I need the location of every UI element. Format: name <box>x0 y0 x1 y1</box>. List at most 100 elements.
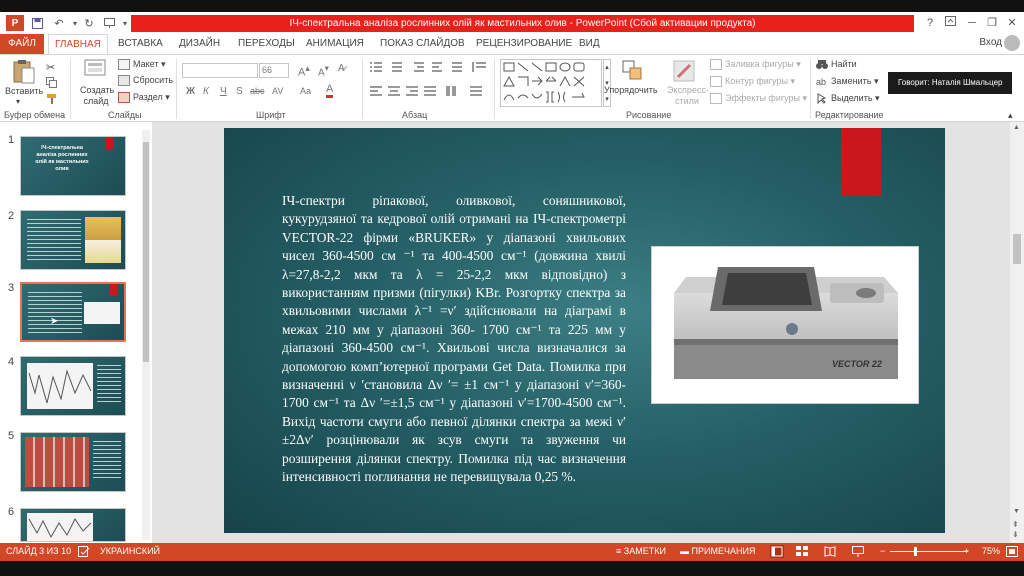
slide-body-text[interactable]: ІЧ-спектри ріпакової, оливкової, соняшни… <box>282 192 626 487</box>
shape-effects-button[interactable]: Эффекты фигуры ▾ <box>710 93 807 105</box>
paragraph-list-icons[interactable] <box>370 61 490 73</box>
character-spacing-button[interactable]: AV <box>272 86 283 96</box>
zoom-slider-thumb[interactable] <box>914 547 917 556</box>
quick-styles-icon[interactable] <box>672 59 696 83</box>
paste-icon[interactable] <box>12 59 36 84</box>
thumb-number: 2 <box>8 210 15 222</box>
tab-review[interactable]: РЕЦЕНЗИРОВАНИЕ <box>470 34 578 54</box>
new-slide-button[interactable]: Создать слайд <box>80 85 114 107</box>
slide-sorter-icon[interactable] <box>796 546 808 559</box>
shadow-button[interactable]: S <box>236 86 243 97</box>
cut-icon[interactable]: ✂ <box>46 61 55 74</box>
italic-button[interactable]: К <box>203 86 209 97</box>
reset-label: Сбросить <box>133 75 174 85</box>
redo-icon[interactable]: ↻ <box>80 15 98 31</box>
font-size-dropdown[interactable]: 66 <box>259 63 289 78</box>
clear-format-icon[interactable]: A̷ <box>338 63 345 74</box>
device-label: VECTOR 22 <box>832 359 882 369</box>
slide-counter[interactable]: СЛАЙД 3 ИЗ 10 <box>6 546 71 556</box>
shape-fill-button[interactable]: Заливка фигуры ▾ <box>710 59 801 71</box>
slideshow-view-icon[interactable] <box>852 546 864 559</box>
comments-button[interactable]: ▬ ПРИМЕЧАНИЯ <box>680 546 755 556</box>
slide-thumbnail[interactable] <box>20 508 126 542</box>
slide-scrollbar-thumb[interactable] <box>1013 234 1021 264</box>
tab-view[interactable]: ВИД <box>573 34 606 54</box>
shapes-gallery[interactable] <box>500 59 602 107</box>
paragraph-group-label: Абзац <box>402 110 428 120</box>
tab-insert[interactable]: ВСТАВКА <box>112 34 169 54</box>
speaker-tooltip: Говорит: Наталія Шмальцер <box>888 72 1012 94</box>
shape-outline-button[interactable]: Контур фигуры ▾ <box>710 76 795 88</box>
new-slide-icon[interactable] <box>84 59 108 83</box>
ribbon-display-options-icon[interactable] <box>940 15 960 31</box>
slide-thumbnail-selected[interactable]: ➤ <box>20 282 126 342</box>
thumbnail-scrollbar[interactable] <box>142 130 150 540</box>
reset-button[interactable]: Сбросить <box>118 75 174 87</box>
tab-slideshow[interactable]: ПОКАЗ СЛАЙДОВ <box>374 34 471 54</box>
tab-design[interactable]: ДИЗАЙН <box>173 34 226 54</box>
sign-in-link[interactable]: Вход <box>979 37 1002 48</box>
bold-button[interactable]: Ж <box>186 86 195 97</box>
collapse-ribbon-icon[interactable]: ▴ <box>1008 110 1013 121</box>
normal-view-icon[interactable] <box>770 545 784 558</box>
underline-button[interactable]: Ч <box>220 86 227 97</box>
close-button[interactable]: ✕ <box>1002 15 1022 31</box>
tab-animation[interactable]: АНИМАЦИЯ <box>300 34 370 54</box>
fit-slide-icon[interactable] <box>1006 546 1018 559</box>
scroll-down-icon[interactable]: ▼ <box>1013 508 1020 515</box>
strikethrough-button[interactable]: abc <box>250 86 265 96</box>
zoom-in-button[interactable]: + <box>964 546 969 556</box>
thumbnail-scrollbar-thumb[interactable] <box>143 142 149 362</box>
user-avatar[interactable] <box>1004 35 1020 51</box>
zoom-level[interactable]: 75% <box>982 546 1000 556</box>
tab-transitions[interactable]: ПЕРЕХОДЫ <box>232 34 301 54</box>
help-button[interactable]: ? <box>920 15 940 31</box>
tab-file[interactable]: ФАЙЛ <box>0 34 44 54</box>
shapes-gallery-scroll[interactable]: ▴ ▾ ▾ <box>603 59 611 107</box>
slide-thumbnail[interactable] <box>20 210 126 270</box>
arrange-button[interactable]: Упорядочить <box>604 85 658 95</box>
zoom-slider-track[interactable] <box>890 551 968 552</box>
format-painter-icon[interactable] <box>46 93 57 106</box>
thumb-number: 1 <box>8 134 15 146</box>
previous-slide-icon[interactable]: ⇞ <box>1012 520 1019 529</box>
font-name-dropdown[interactable] <box>182 63 258 78</box>
section-button[interactable]: Раздел ▾ <box>118 92 170 104</box>
slide-thumbnail[interactable] <box>20 432 126 492</box>
paste-dropdown-icon[interactable]: ▾ <box>16 97 20 106</box>
paragraph-align-icons[interactable] <box>370 85 490 97</box>
notes-button[interactable]: ≡ ЗАМЕТКИ <box>616 546 666 556</box>
powerpoint-logo-icon: P <box>6 15 24 31</box>
slide-canvas[interactable]: ІЧ-спектри ріпакової, оливкової, соняшни… <box>224 128 945 533</box>
select-button[interactable]: Выделить ▾ <box>816 93 880 105</box>
minimize-button[interactable]: ─ <box>962 15 982 31</box>
quick-styles-button[interactable]: Экспресс-стили <box>667 85 709 107</box>
thumbnail-title: ІЧ-спектральна аналіза рослинних олій як… <box>35 145 89 172</box>
next-slide-icon[interactable]: ⇟ <box>1012 530 1019 539</box>
paste-button[interactable]: Вставить <box>5 86 43 96</box>
slide-thumbnail[interactable]: ІЧ-спектральна аналіза рослинних олій як… <box>20 136 126 196</box>
tab-home[interactable]: ГЛАВНАЯ <box>48 34 108 54</box>
replace-button[interactable]: ab Заменить ▾ <box>816 76 878 87</box>
find-button[interactable]: Найти <box>816 59 857 70</box>
change-case-button[interactable]: Aa <box>300 86 311 96</box>
restore-button[interactable]: ❐ <box>982 15 1002 31</box>
notes-icon: ≡ <box>616 546 624 556</box>
copy-icon[interactable] <box>46 77 57 90</box>
spellcheck-icon[interactable] <box>78 546 90 559</box>
grow-font-icon[interactable]: A▴ <box>298 63 310 79</box>
arrange-icon[interactable] <box>621 59 645 83</box>
spectrometer-image[interactable]: VECTOR 22 <box>651 246 919 404</box>
font-color-button[interactable]: A <box>326 84 334 98</box>
layout-button[interactable]: Макет ▾ <box>118 59 166 71</box>
language-indicator[interactable]: УКРАИНСКИЙ <box>100 546 160 556</box>
shrink-font-icon[interactable]: A▾ <box>318 63 329 78</box>
scroll-up-icon[interactable]: ▲ <box>1013 124 1020 131</box>
slide-thumbnail[interactable] <box>20 356 126 416</box>
reading-view-icon[interactable] <box>824 546 836 559</box>
zoom-out-button[interactable]: − <box>880 546 885 556</box>
replace-icon: ab <box>816 76 828 87</box>
save-icon[interactable] <box>28 15 46 31</box>
slide-scrollbar[interactable]: ▲ ▼ ⇞ ⇟ <box>1010 122 1024 543</box>
separator <box>810 59 811 119</box>
